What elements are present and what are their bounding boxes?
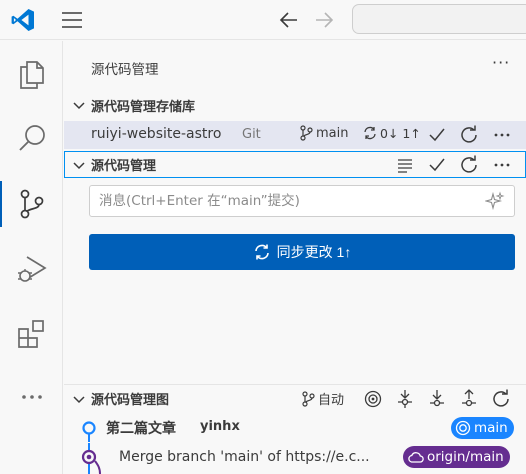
chevron-down-icon [73, 395, 85, 403]
graph-refresh-button[interactable] [490, 388, 512, 410]
scm-more-button[interactable] [491, 154, 513, 176]
graph-node-icon [82, 421, 96, 442]
refresh-icon [493, 389, 509, 407]
sync-icon [364, 126, 376, 140]
fetch-icon [398, 390, 412, 408]
ellipsis-icon [494, 163, 510, 167]
extensions-icon [17, 320, 44, 348]
forward-arrow-icon[interactable] [312, 8, 336, 32]
target-icon [364, 390, 382, 408]
scm-section-header[interactable]: 源代码管理 [64, 151, 526, 178]
chevron-down-icon [73, 102, 85, 110]
source-control-panel: 源代码管理 ··· 源代码管理存储库 ruiyi-website-astro G… [64, 41, 526, 474]
commit-author: yinhx [200, 419, 240, 434]
branch-icon [300, 125, 313, 141]
push-button[interactable] [458, 388, 480, 410]
pull-button[interactable] [426, 388, 448, 410]
graph-commit-row[interactable]: 第二篇文章 yinhx main [64, 414, 526, 442]
branch-icon [302, 390, 315, 407]
search-button[interactable] [0, 110, 63, 168]
source-control-button[interactable] [0, 175, 63, 233]
more-views-button[interactable] [0, 368, 63, 426]
menu-icon[interactable] [59, 8, 85, 32]
pull-icon [430, 390, 444, 407]
source-control-icon [20, 189, 43, 219]
refresh-icon [461, 125, 477, 143]
branch-name: main [316, 125, 349, 141]
branch-badge-origin: origin/main [403, 446, 510, 468]
extensions-button[interactable] [0, 305, 63, 363]
commit-check-button[interactable] [426, 124, 448, 146]
scm-section-label: 源代码管理 [91, 159, 157, 174]
check-icon [429, 158, 445, 172]
auto-label: 自动 [318, 393, 345, 408]
repositories-section-header[interactable]: 源代码管理存储库 [64, 92, 526, 118]
panel-more-actions[interactable]: ··· [492, 53, 510, 72]
repositories-section-label: 源代码管理存储库 [91, 99, 196, 115]
repository-more-button[interactable] [491, 124, 513, 146]
graph-commit-row[interactable]: Merge branch 'main' of https://e.c... or… [64, 443, 526, 474]
badge-label: origin/main [427, 449, 504, 465]
repository-name: ruiyi-website-astro [91, 126, 222, 142]
cloud-icon [408, 452, 424, 463]
ellipsis-icon [21, 395, 42, 399]
commit-message: Merge branch 'main' of https://e.c... [119, 449, 370, 465]
repository-type: Git [242, 127, 261, 142]
sync-status[interactable]: 0↓ 1↑ [362, 125, 421, 141]
sync-changes-button[interactable]: 同步更改 1↑ [89, 234, 515, 270]
commit-button[interactable] [426, 154, 448, 176]
graph-auto-filter[interactable]: 自动 [301, 389, 344, 408]
push-icon [462, 389, 476, 407]
explorer-button[interactable] [0, 45, 63, 103]
files-icon [19, 61, 44, 89]
sync-button-label: 同步更改 1↑ [276, 244, 352, 260]
search-icon [18, 125, 45, 151]
run-debug-button[interactable] [0, 240, 63, 298]
panel-title: 源代码管理 [91, 62, 159, 78]
badge-label: main [474, 420, 508, 436]
title-bar [0, 0, 526, 40]
refresh-icon [461, 155, 477, 173]
check-icon [429, 128, 445, 142]
list-icon [398, 159, 412, 173]
branch-badge-main: main [451, 417, 514, 439]
view-as-list-button[interactable] [394, 154, 416, 176]
refresh-button[interactable] [458, 124, 480, 146]
go-to-current-button[interactable] [362, 388, 384, 410]
run-debug-icon [17, 256, 47, 282]
target-icon [455, 420, 471, 436]
refresh-button[interactable] [458, 154, 480, 176]
repository-row[interactable]: ruiyi-website-astro Git main 0↓ 1↑ [64, 121, 526, 149]
commit-title: 第二篇文章 [106, 421, 176, 437]
graph-merge-node-icon [81, 443, 101, 474]
sync-counts: 0↓ 1↑ [380, 125, 421, 141]
sync-icon [254, 244, 269, 260]
graph-section-label: 源代码管理图 [91, 393, 170, 408]
ellipsis-icon [494, 133, 510, 137]
vscode-logo-icon [11, 9, 34, 31]
chevron-down-icon [73, 161, 85, 169]
branch-indicator[interactable]: main [299, 125, 348, 141]
activity-bar [0, 41, 63, 474]
sparkle-icon[interactable] [485, 191, 505, 211]
command-center-search[interactable] [352, 4, 526, 34]
commit-message-input[interactable] [89, 185, 515, 217]
graph-section-header[interactable]: 源代码管理图 自动 [64, 384, 526, 412]
fetch-button[interactable] [394, 388, 416, 410]
back-arrow-icon[interactable] [277, 8, 301, 32]
